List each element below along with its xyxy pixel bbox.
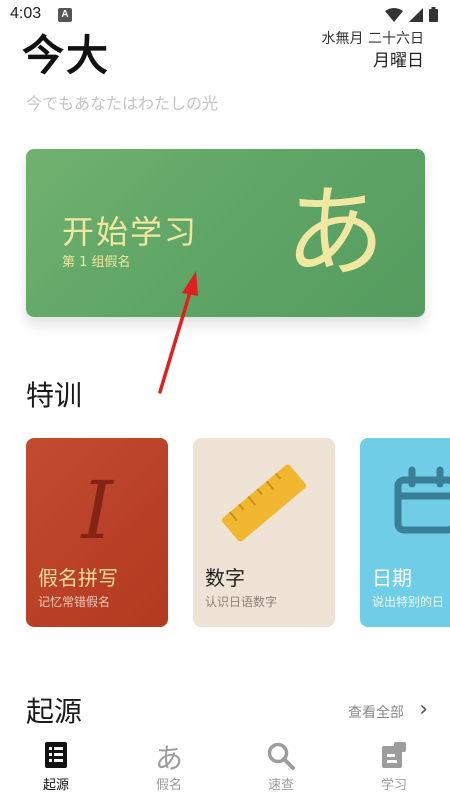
- kana-a-glyph: あ: [285, 174, 385, 291]
- tab-study[interactable]: 学习: [338, 736, 450, 800]
- origin-title: 起源: [26, 695, 83, 728]
- svg-text:I: I: [79, 464, 114, 557]
- numbers-title: 数字: [205, 566, 245, 590]
- tab-origin-label: 起源: [42, 778, 69, 793]
- bottom-tab-bar: 起源 あ 假名 速查 学习: [0, 736, 450, 800]
- study-icon: [382, 742, 406, 768]
- start-learning-subtitle: 第 1 组假名: [62, 255, 131, 270]
- page-title: 今大: [22, 31, 111, 80]
- tab-origin[interactable]: 起源: [0, 736, 112, 800]
- notification-icon: A: [58, 8, 72, 22]
- status-time: 4:03: [10, 5, 42, 22]
- status-icons: [385, 7, 438, 22]
- wifi-icon: [385, 7, 403, 22]
- battery-icon: [429, 7, 438, 22]
- kana-spelling-subtitle: 记忆常错假名: [38, 595, 111, 609]
- tab-kana-label: 假名: [155, 778, 182, 793]
- svg-text:あ: あ: [155, 742, 183, 772]
- search-icon: [267, 742, 295, 770]
- tab-lookup-label: 速查: [267, 778, 294, 793]
- dates-title: 日期: [372, 566, 412, 590]
- dates-card[interactable]: 日期 说出特别的日: [360, 438, 450, 627]
- view-all-link[interactable]: 查看全部: [348, 702, 404, 722]
- tab-kana[interactable]: あ 假名: [113, 736, 225, 800]
- date-weekday: 月曜日: [373, 51, 424, 71]
- special-training-title: 特训: [26, 379, 83, 412]
- page-subtitle: 今でもあなたはわたしの光: [26, 94, 219, 113]
- kana-icon: あ: [155, 742, 183, 772]
- chevron-right-icon[interactable]: ›: [419, 699, 428, 721]
- numbers-subtitle: 认识日语数字: [205, 595, 278, 609]
- start-learning-title: 开始学习: [62, 213, 199, 251]
- kana-spelling-card[interactable]: I 假名拼写 记忆常错假名: [26, 438, 168, 627]
- kana-spelling-title: 假名拼写: [38, 566, 118, 590]
- tab-lookup[interactable]: 速查: [225, 736, 337, 800]
- signal-icon: [409, 7, 423, 22]
- tab-study-label: 学习: [380, 778, 407, 793]
- start-learning-card[interactable]: 开始学习 第 1 组假名 あ: [26, 149, 425, 317]
- dates-subtitle: 说出特别的日: [372, 595, 445, 609]
- list-icon: [45, 742, 67, 768]
- date-lunar: 水無月 二十六日: [321, 31, 424, 47]
- numbers-card[interactable]: 数字 认识日语数字: [193, 438, 335, 627]
